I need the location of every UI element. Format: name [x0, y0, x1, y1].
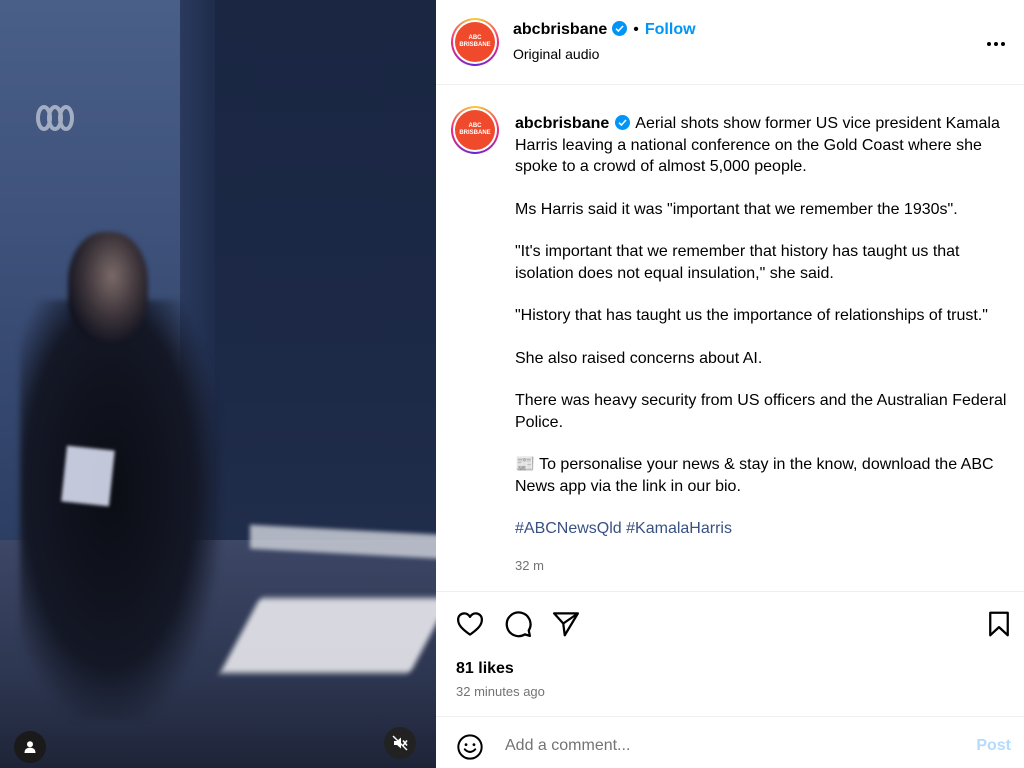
hashtag-link[interactable]: #KamalaHarris — [626, 520, 732, 537]
post-details-panel: ABC BRISBANE abcbrisbane • Follow Original… — [436, 0, 1024, 768]
caption-hashtags: #ABCNewsQld #KamalaHarris — [515, 518, 1015, 540]
caption-verified-badge-icon — [615, 115, 631, 130]
avatar-logo-line2: BRISBANE — [459, 42, 491, 48]
follow-button[interactable]: Follow — [645, 21, 696, 38]
caption-avatar-logo-line1: ABC — [468, 123, 482, 129]
like-button[interactable] — [455, 609, 485, 639]
caption-paragraph: "History that has taught us the importan… — [515, 307, 988, 324]
paper-plane-icon — [553, 612, 579, 637]
author-username[interactable]: abcbrisbane — [513, 21, 607, 38]
video-light-patch — [220, 598, 436, 673]
hashtag-link[interactable]: #ABCNewsQld — [515, 520, 622, 537]
abc-watermark-logo — [35, 103, 75, 137]
likes-count[interactable]: 81 likes — [456, 660, 514, 678]
smiley-icon — [457, 734, 483, 760]
caption-paragraph: 📰 To personalise your news & stay in the… — [515, 456, 994, 495]
more-options-button[interactable] — [986, 30, 1006, 53]
avatar-inner: ABC BRISBANE — [453, 20, 497, 64]
header-separator: • — [633, 21, 639, 38]
caption-avatar-logo-line2: BRISBANE — [459, 130, 491, 136]
post-header: ABC BRISBANE abcbrisbane • Follow Original… — [436, 0, 1024, 85]
more-dots-icon — [987, 42, 1005, 46]
abc-brisbane-logo: ABC BRISBANE — [455, 22, 495, 62]
caption-username[interactable]: abcbrisbane — [515, 115, 609, 132]
header-user-line: abcbrisbane • Follow — [513, 21, 696, 39]
caption-paragraph: "It's important that we remember that hi… — [515, 243, 960, 282]
caption-author-avatar[interactable]: ABC BRISBANE — [451, 106, 499, 154]
heart-icon — [457, 612, 483, 636]
video-person-head — [68, 232, 148, 342]
avatar-logo-line1: ABC — [468, 35, 482, 41]
tagged-user-button[interactable] — [14, 731, 46, 763]
person-icon — [24, 741, 36, 753]
caption-abc-brisbane-logo: ABC BRISBANE — [455, 110, 495, 150]
caption-avatar-inner: ABC BRISBANE — [453, 108, 497, 152]
comment-composer: Post — [436, 717, 1024, 768]
comment-button[interactable] — [503, 609, 533, 639]
caption-paragraph: abcbrisbane Aerial shots show former US v… — [515, 113, 1015, 178]
caption-paragraph: There was heavy security from US officer… — [515, 392, 1007, 431]
author-avatar[interactable]: ABC BRISBANE — [451, 18, 499, 66]
audio-link[interactable]: Original audio — [513, 46, 599, 62]
post-caption: abcbrisbane Aerial shots show former US v… — [515, 113, 1015, 576]
video-lanyard-badge — [61, 445, 115, 507]
caption-timestamp[interactable]: 32 m — [515, 555, 1015, 577]
mute-toggle-button[interactable] — [384, 727, 416, 759]
post-comment-button[interactable]: Post — [976, 737, 1011, 755]
caption-section: ABC BRISBANE abcbrisbane Aerial shots sho… — [436, 85, 1024, 592]
caption-paragraph: She also raised concerns about AI. — [515, 349, 763, 367]
emoji-button[interactable] — [456, 733, 486, 763]
speech-bubble-icon — [505, 611, 532, 638]
post-video[interactable] — [0, 0, 436, 768]
bookmark-icon — [989, 611, 1009, 637]
video-background-dark — [215, 0, 436, 540]
post-actions: 81 likes 32 minutes ago — [436, 592, 1024, 717]
post-time-ago[interactable]: 32 minutes ago — [456, 684, 545, 699]
save-button[interactable] — [984, 609, 1014, 639]
video-person-body — [20, 300, 220, 720]
speaker-muted-icon — [392, 735, 408, 751]
caption-paragraph: Ms Harris said it was "important that we… — [515, 200, 958, 218]
comment-input[interactable] — [503, 730, 937, 762]
share-button[interactable] — [551, 609, 581, 639]
verified-badge-icon — [612, 21, 628, 36]
